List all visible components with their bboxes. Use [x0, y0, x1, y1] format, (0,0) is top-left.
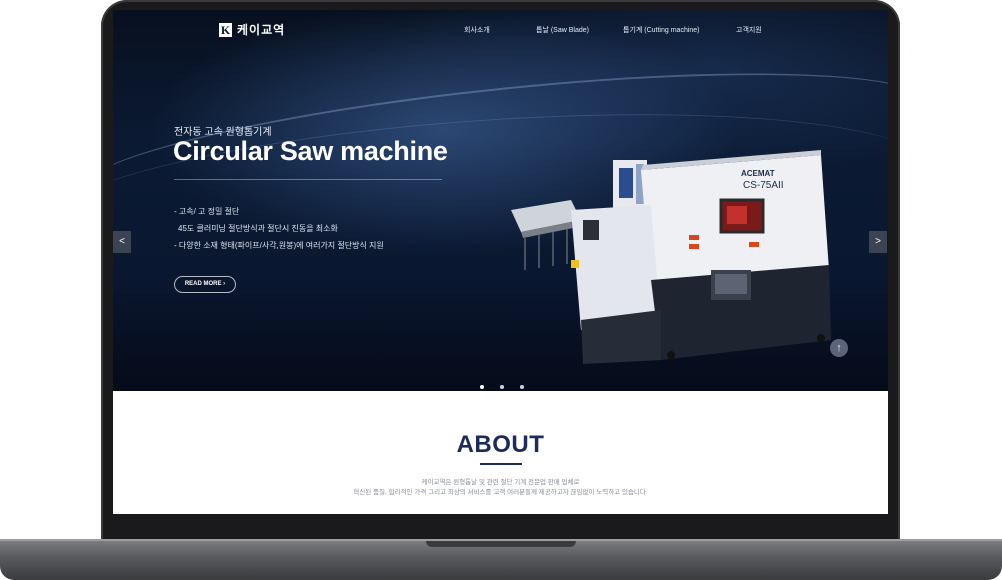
scroll-to-top-button[interactable]: ↑	[830, 339, 848, 357]
hero-slider: K 케이교역 회사소개 톱날 (Saw Blade) 톱기계 (Cutting …	[113, 10, 888, 391]
nav-item-support[interactable]: 고객지원	[736, 25, 762, 35]
nav-item-saw-blade[interactable]: 톱날 (Saw Blade)	[536, 25, 589, 35]
feature-item: - 고속/ 고 정밀 절단	[174, 207, 240, 216]
slider-dot[interactable]	[500, 385, 504, 389]
slider-prev-button[interactable]: <	[113, 231, 131, 253]
slider-pagination	[480, 385, 524, 389]
hero-feature-list: - 고속/ 고 정밀 절단 45도 클러미닝 절단방식과 절단시 진동을 최소화…	[174, 203, 384, 254]
slider-next-button[interactable]: >	[869, 231, 887, 253]
main-nav: 회사소개 톱날 (Saw Blade) 톱기계 (Cutting machine…	[113, 25, 888, 39]
feature-item: 45도 클러미닝 절단방식과 절단시 진동을 최소화	[178, 224, 338, 233]
read-more-button[interactable]: READ MORE ›	[174, 276, 236, 293]
about-description: 케이교역은 원형톱날 및 관련 절단 기계 전문업 판매 업체로 혁신된 품질,…	[113, 478, 888, 498]
about-line: 케이교역은 원형톱날 및 관련 절단 기계 전문업 판매 업체로	[421, 479, 580, 486]
site-header: K 케이교역 회사소개 톱날 (Saw Blade) 톱기계 (Cutting …	[113, 10, 888, 50]
about-line: 혁신된 품질, 합리적인 가격 그리고 최상의 서비스를 고객 여러분들께 제공…	[353, 489, 648, 496]
hero-title: Circular Saw machine	[173, 136, 448, 166]
nav-item-company[interactable]: 회사소개	[464, 25, 490, 35]
read-more-label: READ MORE	[184, 281, 222, 287]
machine-brand-label: ACEMAT	[741, 169, 775, 178]
about-divider	[480, 463, 522, 465]
laptop-hinge-notch	[426, 541, 576, 547]
about-title: ABOUT	[456, 431, 545, 458]
feature-item: - 다양한 소재 형태(파이프/사각,원봉)에 여러가지 절단방식 지원	[174, 241, 384, 250]
saw-machine-image: ACEMAT CS-75AII	[511, 150, 831, 364]
about-section: ABOUT 케이교역은 원형톱날 및 관련 절단 기계 전문업 판매 업체로 혁…	[113, 391, 888, 514]
arrow-up-icon: ↑	[836, 342, 842, 354]
slider-dot[interactable]	[520, 385, 524, 389]
nav-item-cutting-machine[interactable]: 톱기계 (Cutting machine)	[623, 25, 700, 35]
hero-divider	[174, 179, 442, 180]
machine-model-label: CS-75AII	[743, 180, 784, 191]
browser-screen: K 케이교역 회사소개 톱날 (Saw Blade) 톱기계 (Cutting …	[113, 10, 888, 514]
chevron-right-icon: ›	[223, 281, 226, 287]
slider-dot[interactable]	[480, 385, 484, 389]
